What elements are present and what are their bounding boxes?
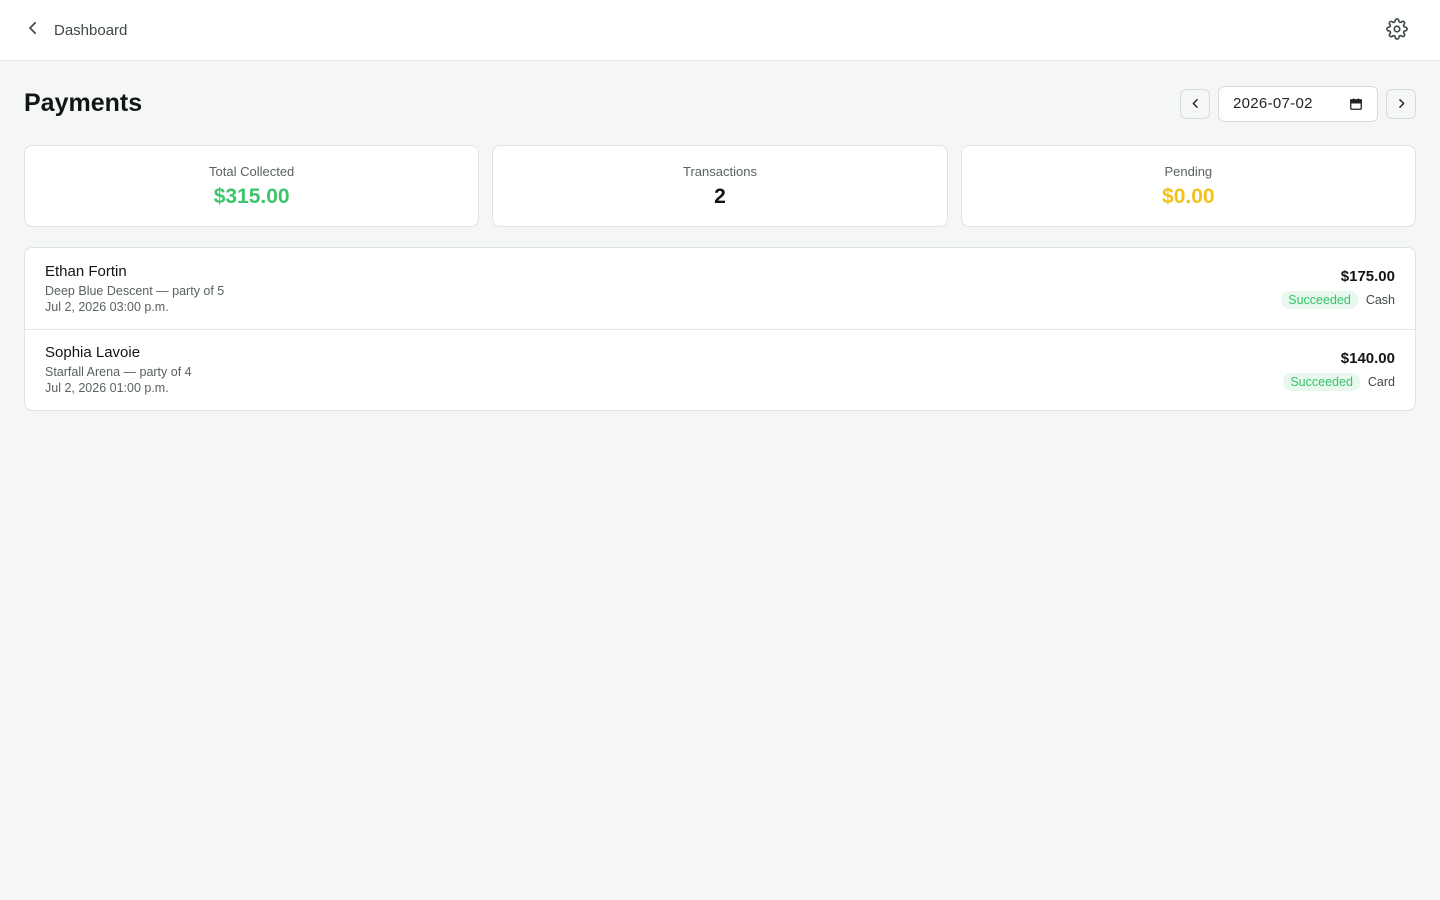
page-header: Payments 2026-07-02 [24,61,1416,145]
payment-amount: $140.00 [1340,349,1395,367]
stat-card-total-collected: Total Collected $315.00 [24,145,480,227]
payment-details: Sophia Lavoie Starfall Arena — party of … [45,344,192,396]
payment-meta: Succeeded Card [1283,372,1395,391]
chevron-right-icon [1398,99,1404,108]
page-title: Payments [24,89,143,117]
payment-method: Card [1367,374,1395,389]
payment-row[interactable]: Sophia Lavoie Starfall Arena — party of … [25,329,1415,410]
calendar-icon[interactable] [1349,97,1363,111]
stat-card-transactions: Transactions 2 [492,145,948,227]
payment-meta: Succeeded Cash [1281,291,1395,309]
back-label: Dashboard [54,21,128,39]
status-badge: Succeeded [1281,291,1358,309]
payment-datetime: Jul 2, 2026 03:00 p.m. [45,299,169,314]
previous-day-button[interactable] [1180,88,1210,119]
booking-description: Starfall Arena — party of 4 [45,365,192,379]
stat-label: Transactions [683,163,757,179]
payments-list: Ethan Fortin Deep Blue Descent — party o… [24,247,1416,411]
top-bar: Dashboard [0,0,1440,61]
date-picker-input[interactable]: 2026-07-02 [1218,85,1378,122]
booking-description: Deep Blue Descent — party of 5 [45,283,225,298]
stats-row: Total Collected $315.00 Transactions 2 P… [24,145,1416,227]
payment-method: Cash [1365,293,1395,307]
stat-label: Total Collected [209,163,295,179]
stat-label: Pending [1164,163,1213,179]
payment-amount: $175.00 [1340,268,1395,285]
stat-value: $315.00 [213,184,290,208]
payment-row[interactable]: Ethan Fortin Deep Blue Descent — party o… [25,248,1415,329]
gear-icon[interactable] [1386,18,1410,42]
status-badge: Succeeded [1283,372,1360,391]
chevron-left-icon [24,19,42,41]
stat-value: $0.00 [1162,184,1215,208]
customer-name: Ethan Fortin [45,262,127,280]
date-value: 2026-07-02 [1233,95,1313,112]
back-to-dashboard-link[interactable]: Dashboard [24,19,127,41]
main-content: Payments 2026-07-02 Total Collected $315… [0,61,1440,411]
date-navigator: 2026-07-02 [1180,85,1416,122]
chevron-left-icon [1192,99,1198,108]
stat-value: 2 [714,184,726,208]
payment-datetime: Jul 2, 2026 01:00 p.m. [45,381,169,395]
payment-summary: $140.00 Succeeded Card [1283,350,1395,391]
payment-summary: $175.00 Succeeded Cash [1281,268,1395,309]
stat-card-pending: Pending $0.00 [960,145,1416,227]
payment-details: Ethan Fortin Deep Blue Descent — party o… [45,263,224,315]
customer-name: Sophia Lavoie [45,344,141,361]
next-day-button[interactable] [1386,88,1416,119]
